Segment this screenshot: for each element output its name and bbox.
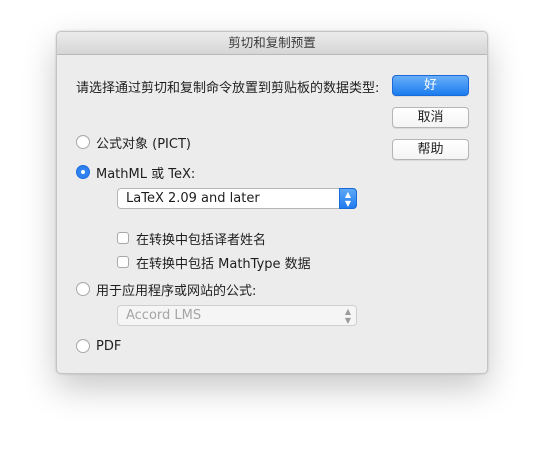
ok-button[interactable]: 好 <box>392 75 469 96</box>
option-pdf[interactable]: PDF <box>76 337 121 355</box>
application-select-value: Accord LMS <box>126 308 202 323</box>
pict-radio[interactable] <box>76 135 90 149</box>
include-mathtype-label: 在转换中包括 MathType 数据 <box>136 256 311 272</box>
include-mathtype-option[interactable]: 在转换中包括 MathType 数据 <box>117 253 311 272</box>
option-application-web[interactable]: 用于应用程序或网站的公式: <box>76 280 257 299</box>
application-web-label: 用于应用程序或网站的公式: <box>96 283 257 299</box>
include-translator-checkbox[interactable] <box>117 232 129 244</box>
application-select: Accord LMS ▲ ▼ <box>117 305 357 326</box>
prompt-text: 请选择通过剪切和复制命令放置到剪贴板的数据类型: <box>76 81 380 96</box>
tex-format-value: LaTeX 2.09 and later <box>126 191 260 206</box>
include-translator-label: 在转换中包括译者姓名 <box>136 232 267 248</box>
window-title: 剪切和复制预置 <box>57 32 487 55</box>
pict-label: 公式对象 (PICT) <box>96 136 191 152</box>
help-button[interactable]: 帮助 <box>392 139 469 160</box>
application-web-radio[interactable] <box>76 282 90 296</box>
option-pict[interactable]: 公式对象 (PICT) <box>76 133 191 152</box>
option-mathml-tex[interactable]: MathML 或 TeX: <box>76 163 196 182</box>
pdf-radio[interactable] <box>76 339 90 353</box>
include-mathtype-checkbox[interactable] <box>117 256 129 268</box>
include-translator-option[interactable]: 在转换中包括译者姓名 <box>117 229 267 248</box>
chevron-up-down-icon: ▲ ▼ <box>339 188 357 209</box>
pdf-label: PDF <box>96 338 122 354</box>
tex-format-select[interactable]: LaTeX 2.09 and later ▲ ▼ <box>117 188 357 209</box>
cancel-button[interactable]: 取消 <box>392 107 469 128</box>
cut-copy-preferences-dialog: 剪切和复制预置 请选择通过剪切和复制命令放置到剪贴板的数据类型: 好 取消 帮助… <box>56 31 488 374</box>
chevron-up-down-icon: ▲ ▼ <box>344 306 352 325</box>
mathml-tex-radio[interactable] <box>76 165 90 179</box>
mathml-tex-label: MathML 或 TeX: <box>96 166 196 182</box>
